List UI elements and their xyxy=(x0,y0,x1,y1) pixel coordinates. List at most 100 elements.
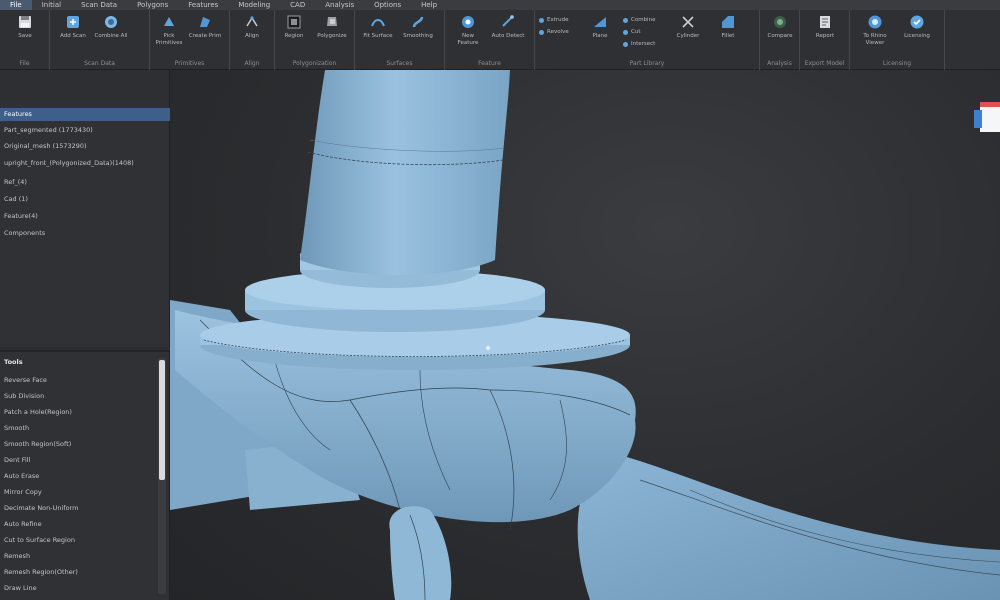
menu-features[interactable]: Features xyxy=(178,0,228,10)
ribbon-group-file: Save File xyxy=(0,10,50,70)
plane-button[interactable]: Plane xyxy=(583,14,617,56)
ribbon-group-label: Surfaces xyxy=(386,60,413,67)
align-label: Align xyxy=(245,33,259,39)
tools-scrollbar[interactable] xyxy=(158,358,166,594)
combine-small-icon xyxy=(623,18,628,23)
report-icon xyxy=(817,14,833,30)
tree-item-feature[interactable]: Feature(4) xyxy=(0,210,170,223)
fit-surface-label: Fit Surface xyxy=(363,33,393,39)
compare-button[interactable]: Compare xyxy=(763,14,797,56)
tool-item[interactable]: Cut to Surface Region xyxy=(0,532,155,548)
shaft-geometry xyxy=(300,70,510,275)
tool-item[interactable]: Remesh xyxy=(0,548,155,564)
extrude-icon xyxy=(539,18,544,23)
save-button[interactable]: Save xyxy=(8,14,42,56)
license-icon xyxy=(909,14,925,30)
create-prim-label: Create Prim xyxy=(188,33,222,39)
extrude-label: Extrude xyxy=(547,17,569,23)
tool-item[interactable]: Dent Fill xyxy=(0,452,155,468)
3d-viewport[interactable] xyxy=(170,70,1000,600)
menu-scan-data[interactable]: Scan Data xyxy=(71,0,127,10)
smoothing-button[interactable]: Smoothing xyxy=(401,14,435,56)
licensing-button[interactable]: Licensing xyxy=(900,14,934,56)
tool-item[interactable]: Smooth xyxy=(0,420,155,436)
revolve-button[interactable]: Revolve xyxy=(539,28,569,37)
cylinder-label: Cylinder xyxy=(676,33,700,39)
auto-detect-icon xyxy=(500,14,516,30)
auto-detect-label: Auto Detect xyxy=(491,33,525,39)
tool-item[interactable]: Smooth Region(Soft) xyxy=(0,436,155,452)
tool-item[interactable]: Mirror Copy xyxy=(0,484,155,500)
pick-primitives-button[interactable]: Pick Primitives xyxy=(152,14,186,56)
new-feature-button[interactable]: New Feature xyxy=(451,14,485,56)
add-scan-button[interactable]: Add Scan xyxy=(56,14,90,56)
polygonize-label: Polygonize xyxy=(317,33,347,39)
tool-item[interactable]: Reverse Face xyxy=(0,372,155,388)
ribbon-group-export-model: Report Export Model xyxy=(800,10,850,70)
tree-item-upright-front[interactable]: upright_front_(Polygonized_Data)(1408) xyxy=(0,157,170,170)
menu-help[interactable]: Help xyxy=(411,0,447,10)
ribbon-group-label: Licensing xyxy=(882,60,912,67)
tool-item[interactable]: Auto Refine xyxy=(0,516,155,532)
tree-item-cad[interactable]: Cad (1) xyxy=(0,193,170,206)
tree-item-features[interactable]: Features xyxy=(0,108,170,121)
ribbon-group-label: Polygonization xyxy=(292,60,337,67)
extrude-button[interactable]: Extrude xyxy=(539,16,569,25)
ribbon-group-polygonization: Region Polygonize Polygonization xyxy=(275,10,355,70)
add-scan-label: Add Scan xyxy=(60,33,86,39)
ribbon-group-primitives: Pick Primitives Create Prim Primitives xyxy=(150,10,230,70)
tree-item-components[interactable]: Components xyxy=(0,227,170,240)
auto-detect-button[interactable]: Auto Detect xyxy=(491,14,525,56)
tree-item-part-segmented[interactable]: Part_segmented (1773430) xyxy=(0,124,170,137)
menu-analysis[interactable]: Analysis xyxy=(315,0,364,10)
menu-file[interactable]: File xyxy=(0,0,32,10)
region-button[interactable]: Region xyxy=(277,14,311,56)
ribbon-group-align: Align Align xyxy=(230,10,275,70)
create-prim-button[interactable]: Create Prim xyxy=(188,14,222,56)
surface-icon xyxy=(370,14,386,30)
tool-item[interactable]: Auto Erase xyxy=(0,468,155,484)
menu-options[interactable]: Options xyxy=(364,0,411,10)
cut-icon xyxy=(623,30,628,35)
combine-icon xyxy=(103,14,119,30)
revolve-icon xyxy=(539,30,544,35)
cylinder-button[interactable]: Cylinder xyxy=(671,14,705,56)
intersect-button[interactable]: Intersect xyxy=(623,40,655,49)
view-cube[interactable] xyxy=(972,100,1000,132)
tools-scrollbar-thumb[interactable] xyxy=(159,360,165,480)
to-rhino-viewer-button[interactable]: To Rhino Viewer xyxy=(858,14,892,56)
tool-item[interactable]: Draw Line xyxy=(0,580,155,596)
combine-button[interactable]: Combine xyxy=(623,16,655,25)
cut-button[interactable]: Cut xyxy=(623,28,640,37)
cut-label: Cut xyxy=(631,29,641,35)
smoothing-icon xyxy=(410,14,426,30)
ribbon-group-feature: New Feature Auto Detect Feature xyxy=(445,10,535,70)
align-button[interactable]: Align xyxy=(235,14,269,56)
tool-item[interactable]: Decimate Non-Uniform xyxy=(0,500,155,516)
report-button[interactable]: Report xyxy=(808,14,842,56)
cylinder-icon xyxy=(680,14,696,30)
fillet-button[interactable]: Fillet xyxy=(711,14,745,56)
ribbon-group-surfaces: Fit Surface Smoothing Surfaces xyxy=(355,10,445,70)
fit-surface-button[interactable]: Fit Surface xyxy=(361,14,395,56)
tree-item-ref[interactable]: Ref_(4) xyxy=(0,176,170,189)
tree-item-original-mesh[interactable]: Original_mesh (1573290) xyxy=(0,140,170,153)
menu-modeling[interactable]: Modeling xyxy=(228,0,280,10)
feature-icon xyxy=(460,14,476,30)
menu-cad[interactable]: CAD xyxy=(280,0,315,10)
tools-panel: Tools Reverse Face Sub Division Patch a … xyxy=(0,350,170,600)
combine-all-button[interactable]: Combine All xyxy=(94,14,128,56)
tool-item[interactable]: Patch a Hole(Region) xyxy=(0,404,155,420)
polygonize-button[interactable]: Polygonize xyxy=(315,14,349,56)
ribbon-group-analysis: Compare Analysis xyxy=(760,10,800,70)
menu-initial[interactable]: Initial xyxy=(32,0,71,10)
to-rhino-viewer-label: To Rhino Viewer xyxy=(863,33,887,46)
menu-polygons[interactable]: Polygons xyxy=(127,0,178,10)
ribbon-group-label: Align xyxy=(244,60,260,67)
floppy-disk-icon xyxy=(17,14,33,30)
right-arm-geometry xyxy=(577,450,1000,600)
tool-item[interactable]: Remesh Region(Other) xyxy=(0,564,155,580)
panel-header-area xyxy=(0,70,170,102)
3d-model-render xyxy=(170,70,1000,600)
tool-item[interactable]: Sub Division xyxy=(0,388,155,404)
